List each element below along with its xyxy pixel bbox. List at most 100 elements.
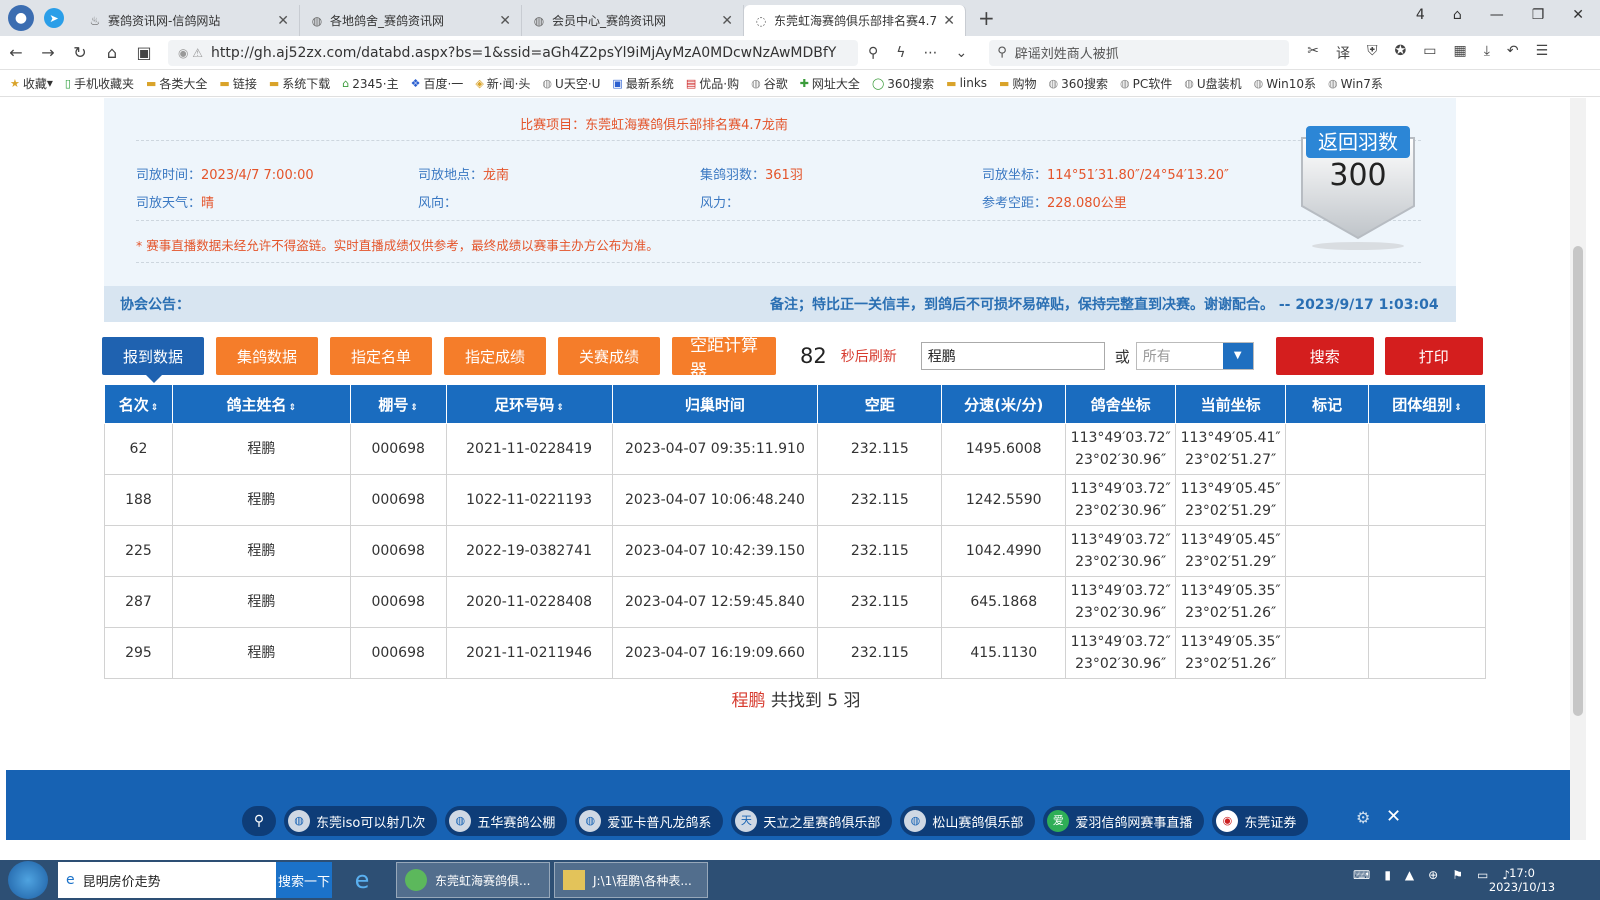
print-button[interactable]: 打印 xyxy=(1384,337,1483,375)
col-distance: 空距 xyxy=(817,384,943,424)
home-icon[interactable]: ⌂ xyxy=(96,43,128,62)
bookmark-item[interactable]: ◍ 360搜索 xyxy=(1048,75,1108,92)
restore-icon[interactable]: ❐ xyxy=(1532,7,1545,23)
designated-list-button[interactable]: 指定名单 xyxy=(330,337,432,375)
download-icon[interactable]: ⤓ xyxy=(1484,43,1490,63)
footer-link[interactable]: ◉ 东莞证券 xyxy=(1212,806,1309,836)
close-icon[interactable]: ✕ xyxy=(277,13,289,29)
tablet-icon[interactable]: ▭ xyxy=(1423,43,1436,63)
close-icon[interactable]: ✕ xyxy=(721,13,733,29)
bookmark-item[interactable]: ▯ 手机收藏夹 xyxy=(65,75,134,92)
user-avatar-icon[interactable]: ● xyxy=(8,5,34,31)
taskbar-search-input[interactable]: e 昆明房价走势 xyxy=(58,862,276,898)
reload-icon[interactable]: ↻ xyxy=(64,43,96,62)
house-icon: ⌂ xyxy=(342,76,350,90)
bookmark-item[interactable]: ▬ 购物 xyxy=(999,75,1036,92)
group-select[interactable]: 所有 ▼ xyxy=(1135,342,1254,370)
close-icon[interactable]: ✕ xyxy=(1386,806,1401,827)
tab-2[interactable]: ◍ 会员中心_赛鸽资讯网 ✕ xyxy=(522,5,744,36)
col-rank[interactable]: 名次 ⇕ xyxy=(104,384,173,424)
start-button-icon[interactable] xyxy=(8,861,48,899)
gear-icon[interactable]: ⚙ xyxy=(1356,808,1370,827)
bookmark-item[interactable]: ▬ 链接 xyxy=(219,75,256,92)
briefcase-icon[interactable]: ▣ xyxy=(128,43,160,62)
chevron-up-icon[interactable]: ▲ xyxy=(1405,868,1414,882)
search-icon[interactable]: ⚲ xyxy=(242,806,276,836)
designated-results-button[interactable]: 指定成绩 xyxy=(444,337,546,375)
network-icon[interactable]: ⊕ xyxy=(1428,868,1438,882)
col-group[interactable]: 团体组别 ⇕ xyxy=(1368,384,1486,424)
footer-link[interactable]: ◍ 爱亚卡普凡龙鸽系 xyxy=(575,806,724,836)
vertical-scrollbar[interactable] xyxy=(1570,98,1586,840)
bookmark-item[interactable]: ❖ 百度·一 xyxy=(411,75,464,92)
col-ring[interactable]: 足环号码 ⇕ xyxy=(445,384,613,424)
close-icon[interactable]: ✕ xyxy=(943,13,955,29)
footer-link[interactable]: 天天立之星赛鸽俱乐部 xyxy=(731,806,893,836)
bookmark-item[interactable]: ◍ Win10系 xyxy=(1254,75,1316,92)
minimize-icon[interactable]: — xyxy=(1490,7,1504,23)
bookmark-item[interactable]: ◍ PC软件 xyxy=(1120,75,1172,92)
shirt-icon[interactable]: ⌂ xyxy=(1453,7,1462,23)
bookmark-item[interactable]: ★ 收藏 ▾ xyxy=(10,75,53,92)
browser-search-field[interactable]: ⚲ 辟谣刘姓商人被抓 xyxy=(989,39,1290,66)
taskbar-search-button[interactable]: 搜索一下 xyxy=(276,862,332,898)
bookmark-item[interactable]: ▣ 最新系统 xyxy=(612,75,673,92)
bookmark-item[interactable]: ▬ 各类大全 xyxy=(146,75,207,92)
zoom-icon[interactable]: ⚲ xyxy=(868,45,878,61)
bookmark-item[interactable]: ▤ 优品·购 xyxy=(686,75,739,92)
bookmark-item[interactable]: ▬ 系统下载 xyxy=(269,75,330,92)
bookmark-item[interactable]: ◍ 谷歌 xyxy=(751,75,788,92)
owner-search-input[interactable] xyxy=(920,342,1105,370)
tab-0[interactable]: ♨ 赛鸽资讯网-信鸽网站 ✕ xyxy=(78,5,300,36)
tab-count-badge[interactable]: 4 xyxy=(1416,7,1425,23)
bookmark-item[interactable]: ◍ Win7系 xyxy=(1328,75,1383,92)
telegram-icon[interactable]: ➤ xyxy=(44,8,64,28)
bookmark-item[interactable]: ◯ 360搜索 xyxy=(872,75,934,92)
distance-calculator-button[interactable]: 空距计算器 xyxy=(672,336,776,381)
window-close-icon[interactable]: ✕ xyxy=(1572,7,1584,23)
final-results-button[interactable]: 关赛成绩 xyxy=(558,337,660,375)
lightning-icon[interactable]: ϟ xyxy=(896,45,905,61)
bookmark-item[interactable]: ◍ U天空·U xyxy=(542,75,600,92)
footer-link[interactable]: ◍ 东莞iso可以射几次 xyxy=(284,806,438,836)
bookmark-item[interactable]: ✚ 网址大全 xyxy=(800,75,860,92)
bookmark-item[interactable]: ▬ links xyxy=(946,76,987,90)
chevron-down-icon[interactable]: ▼ xyxy=(1222,343,1253,369)
battery-icon[interactable]: ▮ xyxy=(1384,868,1391,882)
arrival-data-button[interactable]: 报到数据 xyxy=(102,337,204,383)
forward-icon[interactable]: → xyxy=(32,43,64,62)
col-owner[interactable]: 鸽主姓名 ⇕ xyxy=(171,384,351,424)
footer-link[interactable]: ◍ 五华赛鸽公棚 xyxy=(445,806,568,836)
col-loft[interactable]: 棚号 ⇕ xyxy=(349,384,447,424)
undo-icon[interactable]: ↶ xyxy=(1507,43,1519,63)
bookmark-item[interactable]: ◈ 新·闻·头 xyxy=(475,75,530,92)
chevron-down-icon[interactable]: ⌄ xyxy=(956,45,968,61)
menu-icon[interactable]: ☰ xyxy=(1536,43,1549,63)
scissors-icon[interactable]: ✂ xyxy=(1307,43,1319,63)
shield-icon[interactable]: ⛨ xyxy=(1367,43,1378,63)
game-icon[interactable]: ✪ xyxy=(1394,43,1406,63)
internet-explorer-icon[interactable]: e xyxy=(332,866,392,894)
tab-1[interactable]: ◍ 各地鸽舍_赛鸽资讯网 ✕ xyxy=(300,5,522,36)
tab-3[interactable]: ◌ 东莞虹海赛鸽俱乐部排名赛4.7 ✕ xyxy=(744,5,966,36)
system-clock[interactable]: 17:0 2023/10/13 xyxy=(1482,866,1562,894)
search-button[interactable]: 搜索 xyxy=(1275,337,1374,375)
close-icon[interactable]: ✕ xyxy=(499,13,511,29)
collection-data-button[interactable]: 集鸽数据 xyxy=(216,337,318,375)
keyboard-icon[interactable]: ⌨ xyxy=(1353,868,1370,882)
footer-link[interactable]: ◍ 松山赛鸽俱乐部 xyxy=(900,806,1036,836)
apps-icon[interactable]: ▦ xyxy=(1453,43,1466,63)
bookmark-item[interactable]: ◍ U盘装机 xyxy=(1184,75,1241,92)
footer-link[interactable]: 爱爱羽信鸽网赛事直播 xyxy=(1043,806,1205,836)
taskbar-folder-task[interactable]: J:\1\程鹏\各种表... xyxy=(554,862,708,898)
bookmark-item[interactable]: ⌂ 2345·主 xyxy=(342,75,398,92)
flag-icon[interactable]: ⚑ xyxy=(1452,868,1463,882)
new-tab-button[interactable]: + xyxy=(978,6,995,30)
scrollbar-thumb[interactable] xyxy=(1573,246,1583,716)
table-row: 295 程鹏 000698 2021-11-0211946 2023-04-07 16:… xyxy=(104,627,1486,679)
taskbar-browser-task[interactable]: 东莞虹海赛鸽俱... xyxy=(396,862,550,898)
url-field[interactable]: ◉ ⚠ http://gh.aj52zx.com/databd.aspx?bs=… xyxy=(168,39,858,66)
translate-icon[interactable]: 译 xyxy=(1336,43,1350,63)
back-icon[interactable]: ← xyxy=(0,43,32,62)
more-icon[interactable]: ⋯ xyxy=(924,45,938,61)
